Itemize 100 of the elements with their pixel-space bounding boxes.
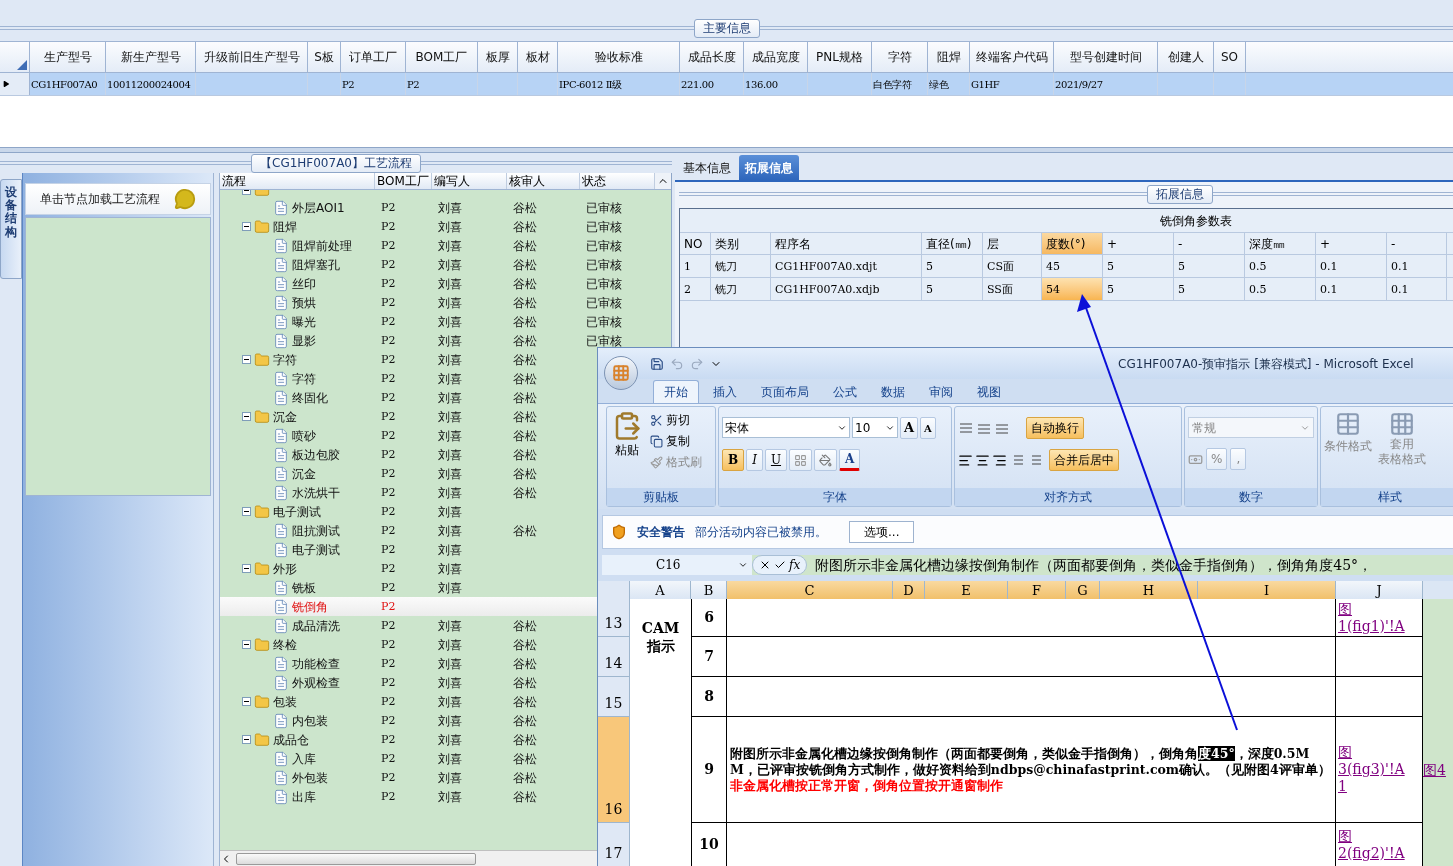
table-cell[interactable]: 45 (1042, 255, 1103, 277)
insert-function-button[interactable]: fx (789, 556, 801, 574)
align-top-icon[interactable] (958, 421, 974, 435)
cell-link[interactable]: 图 3(fig3)'!A 1 (1338, 744, 1405, 795)
column-header[interactable]: 度数(°) (1042, 233, 1103, 254)
table-cell[interactable]: 0.1 (1387, 278, 1447, 300)
table-cell[interactable]: 0.5 (1245, 255, 1316, 277)
font-size-field[interactable]: 10 (852, 417, 898, 438)
table-cell[interactable]: 5 (1103, 278, 1174, 300)
align-left-icon[interactable] (958, 452, 973, 468)
column-header[interactable]: 字符 (872, 42, 928, 72)
column-header[interactable]: 阻焊 (928, 42, 970, 72)
align-center-icon[interactable] (975, 452, 990, 468)
fill-color-button[interactable] (814, 449, 838, 471)
column-header[interactable]: 流程 (220, 173, 375, 189)
cell-link[interactable]: 图 2(fig2)'!A (1338, 827, 1405, 862)
column-header[interactable]: 成品长度 (680, 42, 744, 72)
italic-button[interactable]: I (746, 449, 763, 471)
column-header[interactable]: 创建人 (1158, 42, 1214, 72)
column-header[interactable]: 直径(㎜) (922, 233, 983, 254)
column-header[interactable]: 程序名 (771, 233, 922, 254)
ribbon-tab[interactable]: 数据 (871, 380, 915, 403)
collapse-icon[interactable] (242, 697, 251, 706)
column-header[interactable]: 验收标准 (558, 42, 680, 72)
font-color-button[interactable]: A (839, 449, 861, 471)
options-button[interactable]: 选项... (849, 521, 915, 543)
table-cell[interactable]: 0.1 (1316, 278, 1387, 300)
table-cell[interactable]: 5 (1174, 278, 1245, 300)
table-cell[interactable]: 0.5 (1245, 278, 1316, 300)
column-header[interactable]: 成品宽度 (744, 42, 808, 72)
table-cell[interactable]: 铣刀 (711, 278, 771, 300)
tree-row[interactable]: 字符 P2 刘喜 谷松 (220, 350, 671, 369)
table-cell[interactable]: 附图所示非金属化槽边缘按倒角制作（两面都要倒角，类似金手指倒角），倒角角度45°，深度0.5MM，已评审按铣倒角方式制作，做好资料给到ndbps@chinafastprint.com确认。（见附图4评审单） 非金属化槽按正常开窗，倒角位置按开通窗制作 (727, 717, 1336, 823)
collapse-icon[interactable] (242, 507, 251, 516)
ribbon-tab[interactable]: 公式 (823, 380, 867, 403)
row-header[interactable]: 17 (598, 823, 630, 866)
ribbon-tab[interactable]: 插入 (703, 380, 747, 403)
paste-button[interactable]: 粘贴 (610, 411, 644, 471)
column-header[interactable]: + (1103, 233, 1174, 254)
column-header[interactable]: F (1008, 581, 1066, 599)
row-header[interactable]: 15 (598, 677, 630, 717)
column-header[interactable]: 深度㎜ (1245, 233, 1316, 254)
save-icon[interactable] (650, 356, 664, 371)
collapse-icon[interactable] (242, 355, 251, 364)
align-bottom-icon[interactable] (994, 421, 1010, 435)
collapse-icon[interactable] (242, 640, 251, 649)
column-header[interactable]: 编写人 (432, 173, 507, 189)
font-name-field[interactable]: 宋体 (722, 417, 850, 438)
column-header[interactable]: PNL规格 (808, 42, 872, 72)
table-row[interactable]: CG1HF007A0 10011200024004 P2 P2 IPC-6012 Ⅱ级 221.00 136.00 白色字符 绿色 G1HF 2021/9/27 (0, 73, 1453, 96)
tree-row[interactable]: 阻焊前处理 P2 刘喜 谷松 已审核 (220, 236, 671, 255)
wrap-text-button[interactable]: 自动换行 (1026, 417, 1084, 439)
column-header[interactable]: B (691, 581, 727, 599)
column-header[interactable]: A (630, 581, 691, 599)
column-header[interactable]: 核审人 (507, 173, 580, 189)
tree-row[interactable]: 曝光 P2 刘喜 谷松 已审核 (220, 312, 671, 331)
row-header[interactable]: 14 (598, 637, 630, 677)
table-cell[interactable]: 5 (922, 278, 983, 300)
column-header[interactable]: J (1336, 581, 1423, 599)
column-header[interactable]: D (893, 581, 925, 599)
tree-row[interactable]: 预烘 P2 刘喜 谷松 已审核 (220, 293, 671, 312)
table-cell[interactable]: 1 (680, 255, 711, 277)
table-cell[interactable]: 5 (1174, 255, 1245, 277)
cell-link[interactable]: 图4 (1423, 759, 1446, 781)
tree-row[interactable]: 显影 P2 刘喜 谷松 已审核 (220, 331, 671, 350)
table-cell[interactable]: 54 (1042, 278, 1103, 300)
column-header[interactable]: BOM工厂 (406, 42, 478, 72)
shrink-font-button[interactable]: A (920, 417, 936, 439)
collapse-icon[interactable] (242, 222, 251, 231)
ribbon-tab[interactable]: 开始 (653, 380, 699, 403)
border-button[interactable] (789, 449, 813, 471)
column-header[interactable]: BOM工厂 (375, 173, 432, 189)
column-header[interactable]: E (925, 581, 1008, 599)
column-header[interactable]: 升级前旧生产型号 (196, 42, 308, 72)
column-header[interactable]: 板厚 (478, 42, 518, 72)
table-cell[interactable]: CG1HF007A0.xdjb (771, 278, 922, 300)
ribbon-tab[interactable]: 页面布局 (751, 380, 819, 403)
align-right-icon[interactable] (992, 452, 1007, 468)
office-button[interactable] (604, 356, 638, 390)
table-cell[interactable]: 2 (680, 278, 711, 300)
table-cell[interactable]: 铣刀 (711, 255, 771, 277)
scrollbar-thumb[interactable] (236, 852, 476, 865)
collapse-icon[interactable] (242, 412, 251, 421)
column-header[interactable]: I (1198, 581, 1336, 599)
row-header[interactable]: 16 (598, 717, 630, 823)
grow-font-button[interactable]: A (900, 417, 919, 439)
collapse-icon[interactable] (242, 735, 251, 744)
name-box[interactable]: C16 (602, 555, 752, 575)
ribbon-tab[interactable]: 视图 (967, 380, 1011, 403)
merge-center-button[interactable]: 合并后居中 (1049, 449, 1119, 471)
column-header[interactable]: 类别 (711, 233, 771, 254)
column-header[interactable]: 型号创建时间 (1054, 42, 1158, 72)
column-header[interactable]: 生产型号 (30, 42, 106, 72)
tab[interactable]: 拓展信息 (739, 155, 799, 180)
tree-row[interactable]: 丝印 P2 刘喜 谷松 已审核 (220, 274, 671, 293)
table-cell[interactable]: 5 (922, 255, 983, 277)
ribbon-tab[interactable]: 审阅 (919, 380, 963, 403)
column-header[interactable]: - (1174, 233, 1245, 254)
table-cell[interactable]: 0.1 (1387, 255, 1447, 277)
column-header[interactable]: - (1387, 233, 1447, 254)
